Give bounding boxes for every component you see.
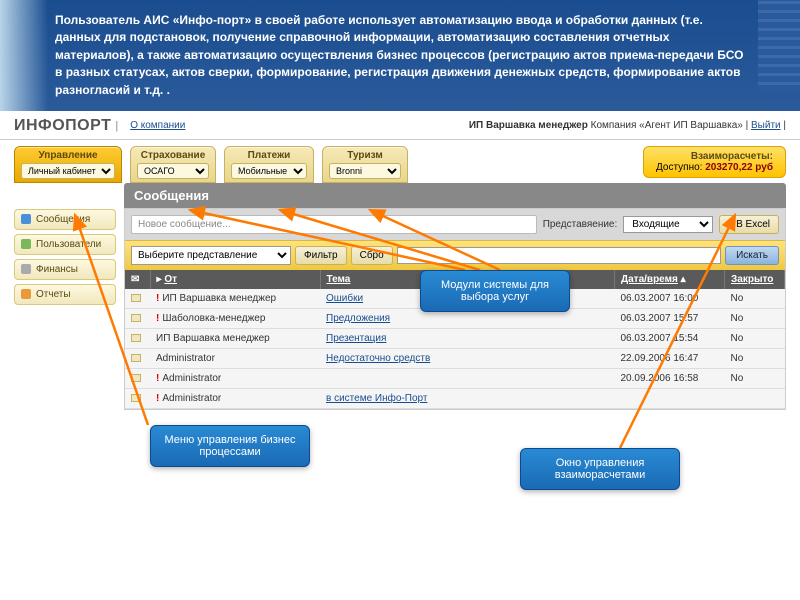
table-row[interactable]: !Administratorв системе Инфо-Порт [125, 388, 785, 408]
col-date[interactable]: Дата/время ▴ [615, 270, 725, 289]
callout-modules: Модули системы для выбора услуг [420, 270, 570, 312]
tab-2[interactable]: Платежи Мобильные [224, 146, 314, 183]
balance-label: Доступно: [656, 162, 702, 173]
tab-select[interactable]: Личный кабинет [21, 163, 115, 179]
banner-text: Пользователь АИС «Инфо-порт» в своей раб… [55, 13, 743, 97]
logout-link[interactable]: Выйти [751, 120, 781, 131]
sidebar-item-1[interactable]: Пользователи [14, 234, 116, 255]
company-name: «Агент ИП Варшавка» [639, 120, 743, 131]
col-icon[interactable]: ✉ [125, 270, 150, 289]
subject-link[interactable]: Ошибки [326, 293, 363, 304]
table-row[interactable]: ИП Варшавка менеджерПрезентация06.03.200… [125, 328, 785, 348]
top-controls: Новое сообщение... Представяение: Входящ… [125, 209, 785, 240]
envelope-icon [131, 314, 141, 322]
reset-button[interactable]: Сбро [351, 246, 393, 265]
excel-button[interactable]: ▸ В Excel [719, 215, 779, 234]
tab-title: Туризм [329, 150, 401, 161]
tab-3[interactable]: Туризм Bronni [322, 146, 408, 183]
company-label: Компания [591, 120, 637, 131]
search-button[interactable]: Искать [725, 246, 779, 265]
col-closed[interactable]: Закрыто [725, 270, 785, 289]
tab-select[interactable]: ОСАГО [137, 163, 209, 179]
subject-link[interactable]: Презентация [326, 333, 386, 344]
tab-select[interactable]: Bronni [329, 163, 401, 179]
filter-select[interactable]: Выберите представление [131, 246, 291, 265]
flag-icon: ! [156, 293, 159, 304]
sidebar-label: Пользователи [36, 239, 101, 250]
callout-balance: Окно управления взаиморасчетами [520, 448, 680, 490]
table-row[interactable]: AdministratorНедостаточно средств22.09.2… [125, 348, 785, 368]
filter-button[interactable]: Фильтр [295, 246, 347, 265]
sidebar-item-0[interactable]: Сообщения [14, 209, 116, 230]
subject-link[interactable]: Предложения [326, 313, 390, 324]
new-message-input[interactable]: Новое сообщение... [131, 215, 537, 234]
filter-row: Выберите представление Фильтр Сбро Искат… [125, 240, 785, 270]
sidebar: Сообщения Пользователи Финансы Отчеты [14, 183, 116, 410]
sidebar-icon [21, 239, 31, 249]
divider: | [115, 120, 118, 132]
tab-1[interactable]: Страхование ОСАГО [130, 146, 216, 183]
envelope-icon [131, 294, 141, 302]
tab-0[interactable]: Управление Личный кабинет [14, 146, 122, 183]
flag-icon: ! [156, 393, 159, 404]
tab-title: Платежи [231, 150, 307, 161]
envelope-icon [131, 394, 141, 402]
envelope-icon [131, 354, 141, 362]
search-input[interactable] [397, 247, 721, 264]
main-area: Сообщения Пользователи Финансы Отчеты Сообщ… [0, 183, 800, 410]
logo: ИНФОПОРТ [14, 117, 111, 135]
envelope-icon [131, 374, 141, 382]
tab-select[interactable]: Мобильные [231, 163, 307, 179]
tabs-row: Управление Личный кабинет Страхование ОСАГО… [0, 140, 800, 183]
app-header: ИНФОПОРТ | О компании ИП Варшавка менедж… [0, 111, 800, 140]
balance-value: 203270,22 руб [705, 162, 773, 173]
sidebar-label: Финансы [36, 264, 78, 275]
about-link[interactable]: О компании [130, 120, 185, 131]
table-row[interactable]: !Administrator20.09.2006 16:58No [125, 368, 785, 388]
user-name: ИП Варшавка менеджер [469, 120, 588, 131]
balance-title: Взаиморасчеты: [656, 151, 773, 162]
view-select[interactable]: Входящие [623, 216, 713, 233]
description-banner: Пользователь АИС «Инфо-порт» в своей раб… [0, 0, 800, 111]
view-label: Представяение: [543, 219, 618, 230]
balance-box[interactable]: Взаиморасчеты: Доступно: 203270,22 руб [643, 146, 786, 178]
flag-icon: ! [156, 373, 159, 384]
flag-icon: ! [156, 313, 159, 324]
subject-link[interactable]: Недостаточно средств [326, 353, 430, 364]
subject-link[interactable]: в системе Инфо-Порт [326, 393, 427, 404]
sidebar-label: Сообщения [36, 214, 90, 225]
header-user-info: ИП Варшавка менеджер Компания «Агент ИП … [469, 120, 786, 131]
tab-title: Управление [21, 150, 115, 161]
tab-title: Страхование [137, 150, 209, 161]
envelope-icon: ✉ [131, 274, 139, 285]
callout-menu: Меню управления бизнес процессами [150, 425, 310, 467]
sidebar-icon [21, 264, 31, 274]
content-header: Сообщения [124, 183, 786, 208]
sidebar-icon [21, 214, 31, 224]
balance-line: Доступно: 203270,22 руб [656, 162, 773, 173]
envelope-icon [131, 334, 141, 342]
sidebar-icon [21, 289, 31, 299]
col-from[interactable]: ▸ От [150, 270, 320, 289]
sidebar-item-2[interactable]: Финансы [14, 259, 116, 280]
sidebar-item-3[interactable]: Отчеты [14, 284, 116, 305]
sidebar-label: Отчеты [36, 289, 71, 300]
